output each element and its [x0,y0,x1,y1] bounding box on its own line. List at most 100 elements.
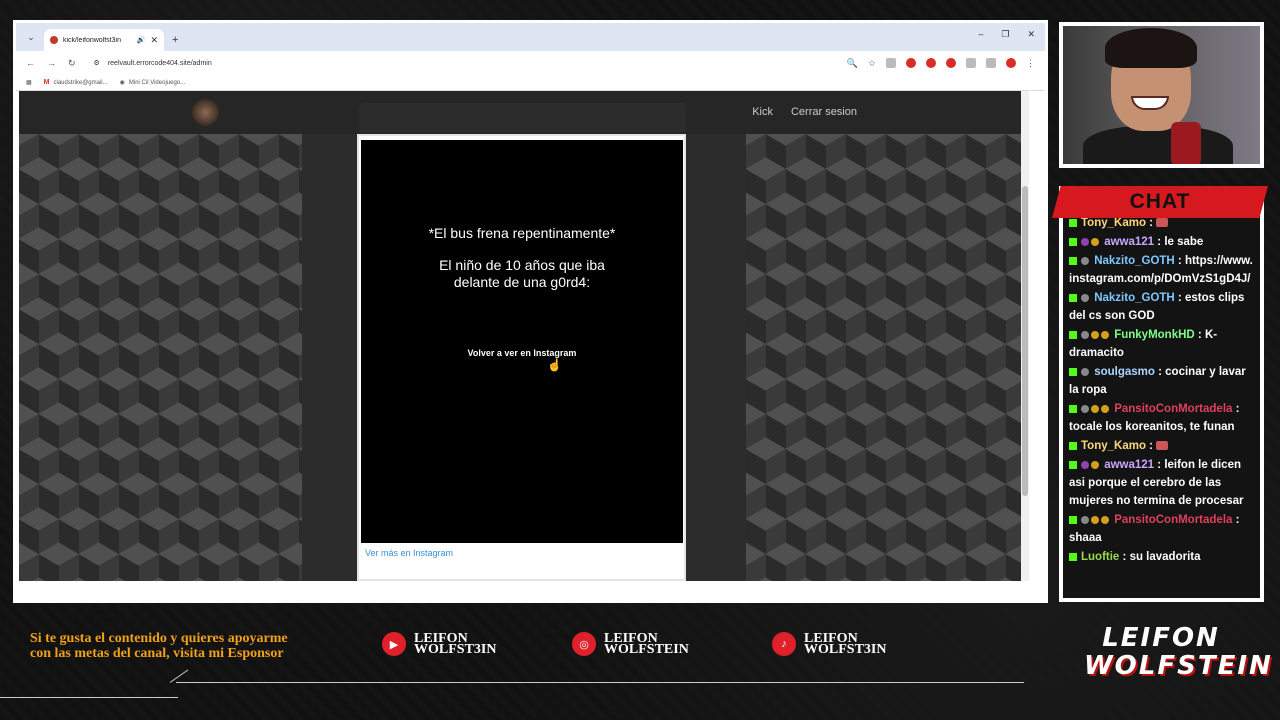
tab-favicon-icon [50,36,58,44]
hand-cursor-icon: ☝ [547,358,562,372]
streamer-hair [1105,28,1197,68]
web-page: Kick Cerrar sesion ← → *El bus frena rep… [19,91,1029,581]
emote-icon [1156,218,1169,228]
browser-tab[interactable]: kick/leifonwolfst3in 🔊 ✕ [44,29,164,51]
overlay-footer: Si te gusta el contenido y quieres apoya… [0,610,1280,720]
address-bar[interactable]: ⚙ reelvault.errorcode404.site/admin [87,54,835,72]
back-icon[interactable]: ← [26,58,35,68]
tab-bar: ⌄ kick/leifonwolfst3in 🔊 ✕ + – ❐ ✕ [16,23,1045,51]
next-arrow-icon[interactable]: → [781,331,793,345]
logo-line1: LEIFON [1102,623,1220,653]
site-nav: Kick Cerrar sesion [752,106,857,118]
chat-username[interactable]: soulgasmo [1094,366,1155,378]
chat-username[interactable]: Luoftie [1081,551,1119,563]
scrollbar-thumb[interactable] [1022,186,1028,496]
chat-username[interactable]: FunkyMonkHD [1114,329,1195,341]
chat-message: awwa121 : le sabe [1069,233,1256,251]
chat-text: le sabe [1164,236,1204,248]
chat-message: PansitoConMortadela : shaaa [1069,514,1240,544]
zoom-icon[interactable]: 🔍 [847,58,858,69]
youtube-icon: ▶ [382,632,406,656]
divider-line [169,669,189,683]
speaker-icon[interactable]: 🔊 [137,36,146,44]
page-scrollbar[interactable] [1021,91,1029,581]
vip-badge-icon [1101,330,1109,339]
close-window-icon[interactable]: ✕ [1027,29,1035,40]
chat-username[interactable]: Nakzito_GOTH [1094,292,1175,304]
extension-icon[interactable] [886,58,896,68]
chat-text: tocale los koreanitos, te funan [1069,421,1235,433]
kick-badge-icon [1069,256,1077,265]
bookmark-gmail[interactable]: M claudstrike@gmail... [44,79,108,86]
social-instagram: ◎ LEIFON WOLFSTEIN [572,631,704,657]
badge-icon [1081,256,1089,265]
gmail-extension-icon[interactable] [946,58,956,68]
chat-username[interactable]: PansitoConMortadela [1114,514,1232,526]
vip-badge-icon [1101,404,1109,413]
kick-badge-icon [1069,404,1077,413]
cube-pattern-right [746,134,1029,581]
nav-link-kick[interactable]: Kick [752,106,773,118]
kick-badge-icon [1069,330,1077,339]
extension-red-icon[interactable] [906,58,916,68]
side-panel-right [686,134,746,581]
gifter-badge-icon [1091,404,1099,413]
forward-icon[interactable]: → [47,58,56,68]
video-player[interactable]: *El bus frena repentinamente* El niño de… [361,140,683,543]
globe-icon: ◉ [119,80,125,86]
chat-username[interactable]: awwa121 [1104,459,1154,471]
reload-icon[interactable]: ↻ [68,58,76,69]
site-info-icon[interactable]: ⚙ [94,59,100,67]
kick-badge-icon [1069,237,1077,246]
prev-arrow-icon[interactable]: ← [257,331,269,345]
divider-line [0,697,178,698]
chat-message: awwa121 : leifon le dicen asi porque el … [1069,459,1244,507]
tab-search-icon[interactable]: ⌄ [22,28,40,46]
badge-icon [1081,293,1089,302]
bookmarks-bar: ▦ M claudstrike@gmail... ◉ Mini Cil Vide… [16,75,1045,91]
tab-title: kick/leifonwolfst3in [63,36,121,44]
profile-icon[interactable] [986,58,996,68]
badge-icon [1081,515,1089,524]
chat-message: FunkyMonkHD : K-dramacito [1069,329,1218,359]
side-panel-left [302,134,357,581]
browser-window: ⌄ kick/leifonwolfst3in 🔊 ✕ + – ❐ ✕ ← → ↻… [13,20,1048,603]
badge-icon [1081,330,1089,339]
social-label: LEIFON WOLFSTEIN [604,631,689,657]
social-youtube: ▶ LEIFON WOLFST3IN [382,632,514,657]
nav-link-logout[interactable]: Cerrar sesion [791,106,857,118]
see-more-link[interactable]: Ver más en Instagram [365,548,453,558]
bookmark-mini-cil[interactable]: ◉ Mini Cil Videojuego... [119,79,186,87]
chat-username[interactable]: Tony_Kamo [1081,217,1146,229]
chat-message: Tony_Kamo : [1069,437,1256,455]
streamer-shirt [1083,126,1233,164]
instagram-embed: *El bus frena repentinamente* El niño de… [357,134,686,581]
video-caption-line1: *El bus frena repentinamente* [428,225,616,241]
chat-username[interactable]: PansitoConMortadela [1114,403,1232,415]
minimize-icon[interactable]: – [978,29,983,40]
new-tab-icon[interactable]: + [172,34,178,46]
chat-messages: Tony_Kamo : awwa121 : le sabe Nakzito_GO… [1069,214,1256,567]
close-tab-icon[interactable]: ✕ [150,35,158,46]
restore-icon[interactable]: ❐ [1001,29,1009,40]
chat-username[interactable]: Nakzito_GOTH [1094,255,1175,267]
vip-badge-icon [1101,515,1109,524]
bookmark-label: Mini Cil Videojuego... [128,79,186,86]
instagram-icon: ◎ [572,632,596,656]
puzzle-icon[interactable] [966,58,976,68]
replay-button[interactable]: Volver a ver en Instagram [361,348,683,358]
menu-kebab-icon[interactable]: ⋮ [1026,58,1035,69]
chat-username[interactable]: awwa121 [1104,236,1154,248]
apps-grid-icon[interactable]: ▦ [26,79,32,86]
window-controls: – ❐ ✕ [978,29,1035,40]
site-logo-avatar[interactable] [192,99,219,126]
kick-badge-icon [1069,552,1077,561]
chat-username[interactable]: Tony_Kamo [1081,440,1146,452]
opera-icon[interactable] [926,58,936,68]
bookmark-star-icon[interactable]: ☆ [868,58,876,69]
video-caption-line2: El niño de 10 años que iba delante de un… [439,257,605,290]
avatar-icon[interactable] [1006,58,1016,68]
extension-icons: 🔍 ☆ ⋮ [847,58,1035,69]
cube-pattern-left [19,134,302,581]
browser-toolbar: ← → ↻ ⚙ reelvault.errorcode404.site/admi… [16,51,1045,75]
